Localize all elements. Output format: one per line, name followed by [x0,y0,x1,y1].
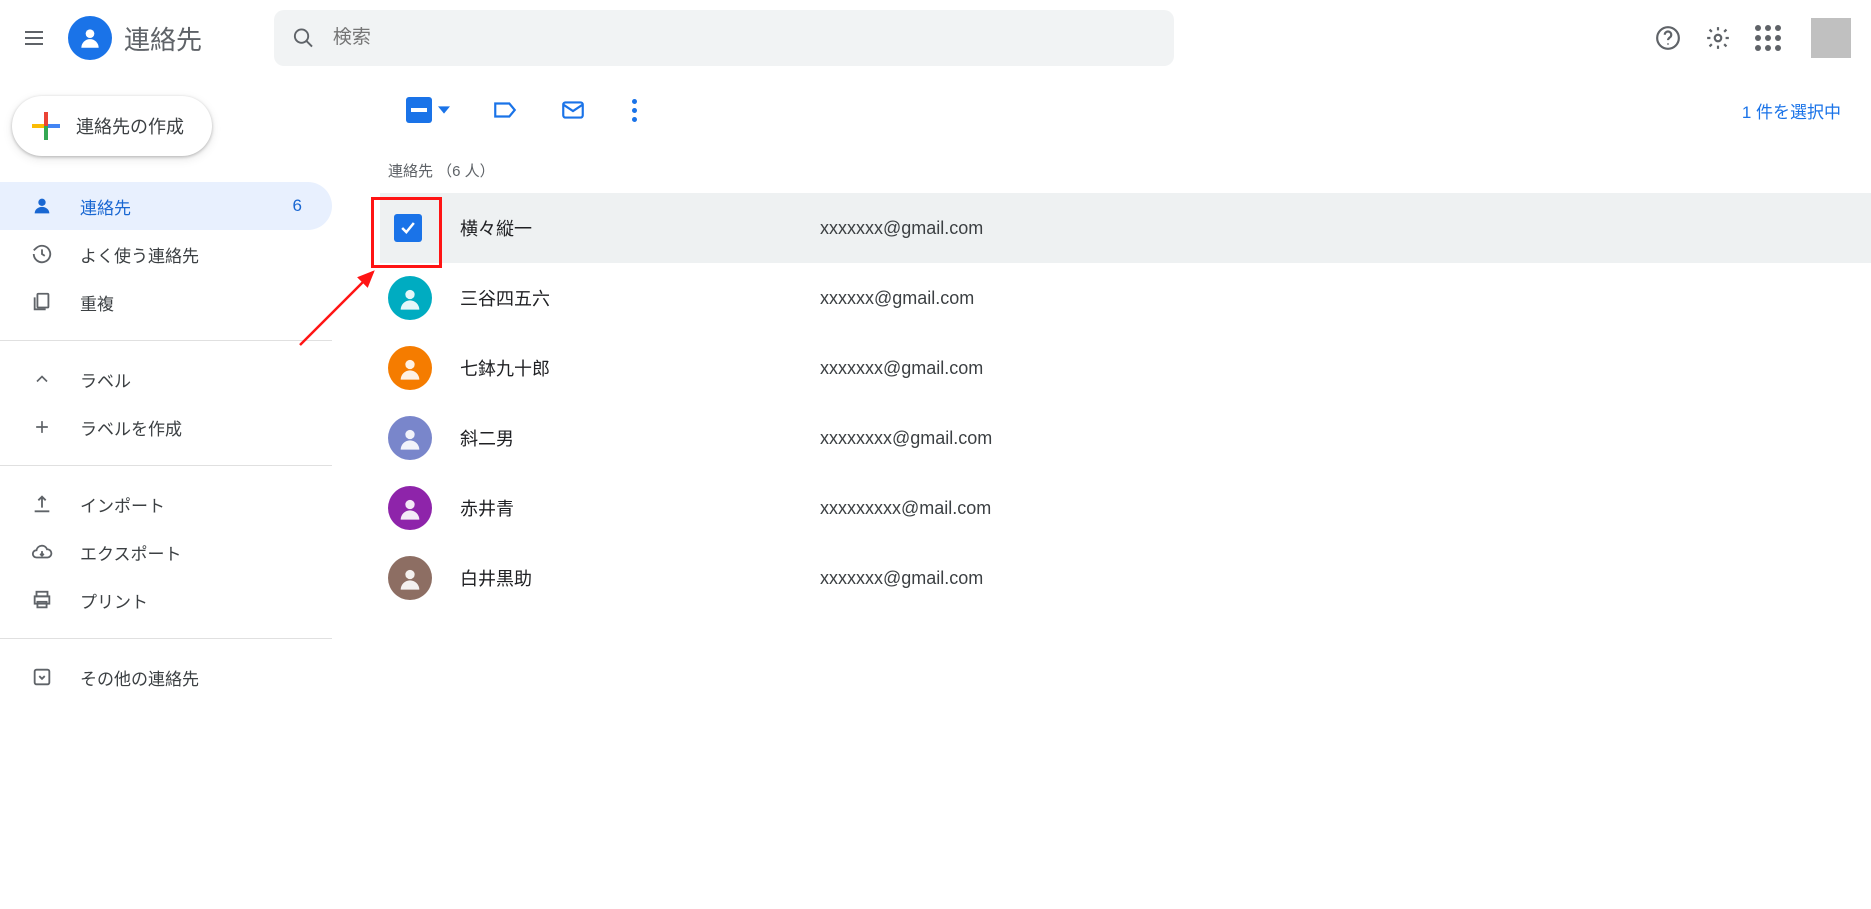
sidebar-item-label: エクスポート [80,540,182,565]
sidebar-labels-header[interactable]: ラベル [0,355,332,403]
contact-avatar [388,346,432,390]
contact-email: xxxxxxx@gmail.com [820,358,983,379]
contact-avatar [388,556,432,600]
table-row[interactable]: 七鉢九十郎xxxxxxx@gmail.com [380,333,1871,403]
sidebar-item-label: ラベル [80,367,131,392]
sidebar: 連絡先の作成 連絡先 6 よく使う連絡先 重複 ラベル ラベルを作成 インポート [0,76,332,701]
main-content: 1 件を選択中 連絡先 （6 人） 横々縦一xxxxxxx@gmail.com三… [380,82,1871,613]
contact-email: xxxxxx@gmail.com [820,288,974,309]
cloud-download-icon [30,540,54,564]
header: 連絡先 [0,0,1871,76]
contact-email: xxxxxxx@gmail.com [820,218,983,239]
search-input[interactable] [333,27,1174,49]
header-actions [1655,18,1851,58]
contact-name: 横々縦一 [460,215,820,241]
contact-name: 三谷四五六 [460,285,820,311]
table-row[interactable]: 赤井青xxxxxxxxx@mail.com [380,473,1871,543]
sidebar-item-label: インポート [80,492,165,517]
table-row[interactable]: 斜二男xxxxxxxx@gmail.com [380,403,1871,473]
plus-icon [32,112,60,140]
sidebar-item-print[interactable]: プリント [0,576,332,624]
plus-icon [30,415,54,439]
contact-name: 七鉢九十郎 [460,355,820,381]
sidebar-item-label: よく使う連絡先 [80,242,199,267]
google-apps-icon[interactable] [1755,25,1781,51]
contact-name: 白井黒助 [460,565,820,591]
main-menu-button[interactable] [10,14,58,62]
sidebar-item-contacts[interactable]: 連絡先 6 [0,182,332,230]
more-actions-button[interactable] [628,95,641,126]
sidebar-item-label: 連絡先 [80,194,131,219]
email-icon[interactable] [560,97,586,123]
upload-icon [30,492,54,516]
contact-avatar [388,486,432,530]
app-title: 連絡先 [124,20,202,57]
indeterminate-checkbox-icon [406,97,432,123]
create-contact-label: 連絡先の作成 [76,113,184,139]
table-row[interactable]: 白井黒助xxxxxxx@gmail.com [380,543,1871,613]
search-icon [292,26,315,50]
help-icon[interactable] [1655,25,1681,51]
table-row[interactable]: 横々縦一xxxxxxx@gmail.com [380,193,1871,263]
sidebar-item-other[interactable]: その他の連絡先 [0,653,332,701]
contact-email: xxxxxxx@gmail.com [820,568,983,589]
hamburger-icon [22,26,46,50]
sidebar-item-import[interactable]: インポート [0,480,332,528]
chevron-up-icon [30,367,54,391]
archive-icon [30,665,54,689]
sidebar-item-label: 重複 [80,290,114,315]
person-icon [77,25,103,51]
caret-down-icon [438,104,450,116]
sidebar-item-frequent[interactable]: よく使う連絡先 [0,230,332,278]
contact-avatar [388,416,432,460]
copy-icon [30,290,54,314]
app-logo [68,16,112,60]
search-box[interactable] [274,10,1174,66]
selection-status: 1 件を選択中 [1742,98,1841,123]
sidebar-item-export[interactable]: エクスポート [0,528,332,576]
list-header: 連絡先 （6 人） [380,138,1871,193]
sidebar-item-duplicates[interactable]: 重複 [0,278,332,326]
sidebar-item-label: その他の連絡先 [80,665,199,690]
person-icon [30,194,54,218]
create-contact-button[interactable]: 連絡先の作成 [12,96,212,156]
sidebar-item-label: ラベルを作成 [80,415,182,440]
contact-table: 横々縦一xxxxxxx@gmail.com三谷四五六xxxxxx@gmail.c… [380,193,1871,613]
history-icon [30,242,54,266]
sidebar-item-label: プリント [80,588,148,613]
contact-name: 斜二男 [460,425,820,451]
settings-icon[interactable] [1705,25,1731,51]
table-row[interactable]: 三谷四五六xxxxxx@gmail.com [380,263,1871,333]
account-avatar[interactable] [1811,18,1851,58]
print-icon [30,588,54,612]
selection-toolbar: 1 件を選択中 [380,82,1871,138]
contact-email: xxxxxxxxx@mail.com [820,498,991,519]
sidebar-create-label[interactable]: ラベルを作成 [0,403,332,451]
selection-toggle[interactable] [406,97,450,123]
row-checkbox[interactable] [394,214,422,242]
contact-email: xxxxxxxx@gmail.com [820,428,992,449]
contact-avatar [388,276,432,320]
contact-name: 赤井青 [460,495,820,521]
label-icon[interactable] [492,97,518,123]
sidebar-item-count: 6 [293,196,302,216]
